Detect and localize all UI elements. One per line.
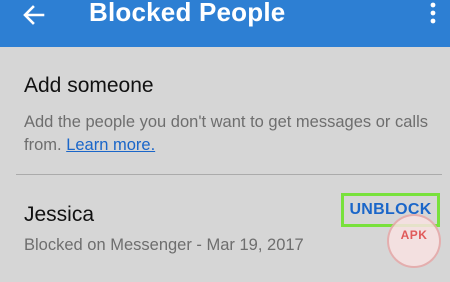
add-someone-button[interactable]: Add someone: [24, 74, 154, 98]
watermark-text: APK: [400, 228, 428, 242]
blocked-person-status: Blocked on Messenger - Mar 19, 2017: [24, 236, 304, 254]
back-button[interactable]: [14, 0, 54, 30]
more-options-button[interactable]: [420, 2, 446, 24]
page-title: Blocked People: [89, 0, 286, 27]
more-vertical-icon: [430, 2, 436, 24]
add-someone-description: Add the people you don't want to get mes…: [24, 111, 436, 157]
blocked-person-name: Jessica: [24, 203, 95, 226]
arrow-left-icon: [23, 5, 45, 25]
apk-watermark-logo: APK: [387, 214, 441, 268]
divider: [16, 174, 442, 175]
app-bar: Blocked People: [0, 0, 450, 47]
blocked-person-row: Jessica Blocked on Messenger - Mar 19, 2…: [0, 176, 450, 282]
learn-more-link[interactable]: Learn more.: [66, 136, 155, 154]
